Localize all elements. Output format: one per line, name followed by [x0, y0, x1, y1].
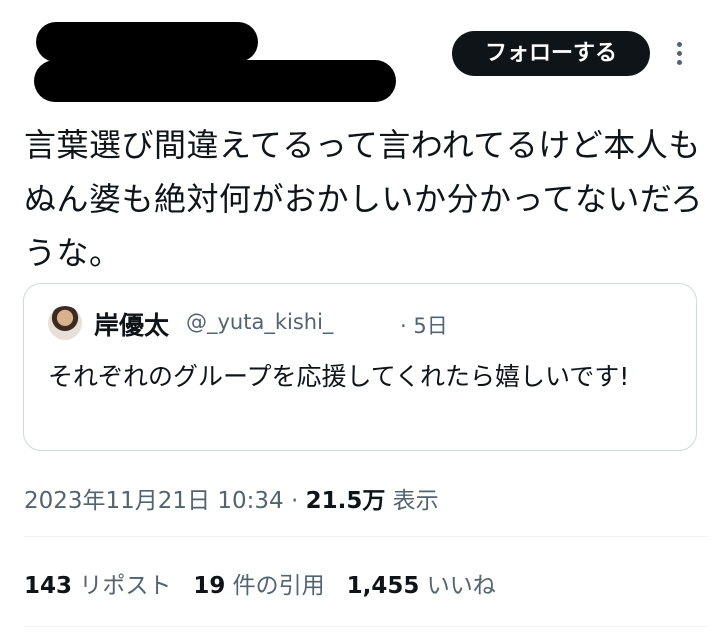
redacted-username — [34, 60, 396, 102]
quotes-stat[interactable]: 19 件の引用 — [193, 573, 324, 599]
avatar[interactable] — [48, 306, 82, 340]
quoted-author-handle: @_yuta_kishi_ — [186, 310, 334, 334]
views-label: 表示 — [392, 488, 439, 514]
tweet-text: 言葉選び間違えてるって言われてるけど本人もぬん婆も絶対何がおかしいか分かってない… — [24, 126, 703, 272]
divider — [24, 626, 708, 627]
likes-stat[interactable]: 1,455 いいね — [347, 573, 496, 599]
more-vertical-icon[interactable] — [672, 38, 688, 70]
follow-button[interactable]: フォローする — [452, 31, 650, 76]
redacted-display-name — [36, 22, 258, 62]
quotes-label: 件の引用 — [232, 573, 325, 599]
reposts-stat[interactable]: 143 リポスト — [24, 573, 171, 599]
meta-separator: · — [290, 488, 299, 514]
views-count: 21.5万 — [305, 488, 386, 514]
engagement-stats: 143 リポスト 19 件の引用 1,455 いいね — [24, 566, 496, 600]
divider — [24, 536, 708, 537]
likes-count: 1,455 — [346, 573, 420, 599]
quoted-tweet-card[interactable]: 岸優太 @_yuta_kishi_ · 5日 それぞれのグループを応援してくれた… — [23, 283, 697, 451]
reposts-label: リポスト — [79, 573, 172, 599]
tweet-meta: 2023年11月21日 10:34 · 21.5万 表示 — [24, 481, 439, 515]
likes-label: いいね — [426, 573, 496, 599]
quoted-author-name: 岸優太 — [94, 311, 170, 340]
quotes-count: 19 — [193, 573, 226, 599]
reposts-count: 143 — [24, 573, 73, 599]
quoted-tweet-date: · 5日 — [400, 314, 448, 338]
quoted-tweet-text: それぞれのグループを応援してくれたら嬉しいです! — [48, 362, 630, 391]
tweet-datetime[interactable]: 2023年11月21日 10:34 — [24, 488, 284, 514]
